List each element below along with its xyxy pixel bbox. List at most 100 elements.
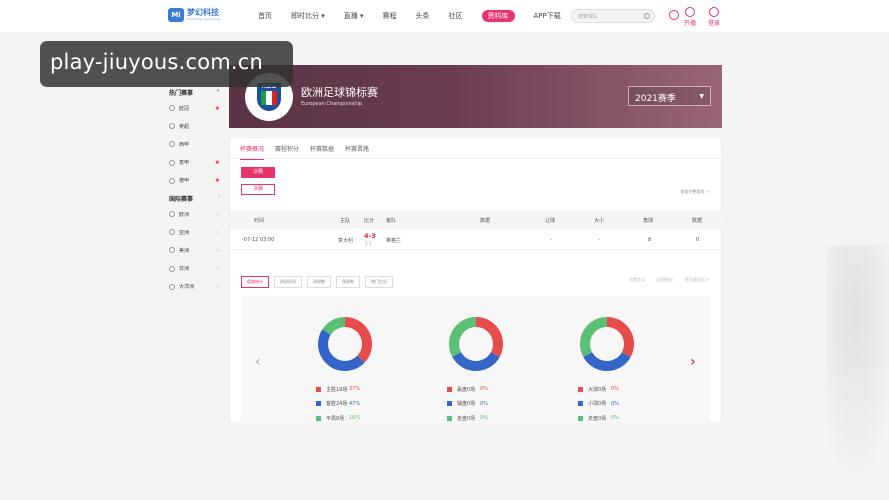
legend-pct: 47% — [349, 400, 361, 407]
legend-pct: 0% — [480, 400, 488, 407]
legend-label: 走盘0场 — [588, 415, 607, 422]
stat-tab-handicap-stats[interactable]: 盘路统计 — [241, 276, 269, 288]
corner-value: 8 — [648, 237, 652, 243]
legend-pct: 0% — [480, 386, 488, 393]
sidebar-item-seriea[interactable]: 意甲 ★ — [166, 154, 223, 172]
legend-swatch — [316, 386, 321, 392]
region-icon — [169, 265, 175, 272]
sidebar-item-label: 非洲 — [179, 266, 190, 273]
nav-schedule[interactable]: 赛程 — [383, 11, 397, 22]
sidebar-item-ucl[interactable]: 欧冠 ★ — [166, 99, 223, 117]
legend-swatch — [316, 401, 321, 407]
watermark-banner: play-jiuyous.com.cn — [40, 41, 293, 87]
sidebar-item-bundesliga[interactable]: 德甲 ★ — [166, 172, 223, 190]
stat-tab-goal-time[interactable]: 进球时间 — [274, 276, 302, 288]
chevron-right-icon: › — [216, 210, 219, 218]
legend-label: 平局8场 — [326, 415, 345, 422]
legend-row: 赢盘0场 0% — [447, 382, 507, 397]
sidebar-item-america[interactable]: 美洲 › — [166, 241, 223, 259]
col-data-2: 数据 — [692, 218, 703, 224]
donut-charts-carousel: ‹ › 主胜19场 37% 客胜24场 47% 平局8场 16% 赢盘0场 0% 输盘0… — [241, 296, 710, 423]
carousel-prev-arrow-icon[interactable]: ‹ — [255, 354, 261, 370]
search-input[interactable]: 搜索球队 — [571, 9, 655, 23]
stage-button-final-selected[interactable]: 决赛 — [241, 167, 275, 178]
stat-tabs: 盘路统计 进球时间 进球数 角球数 热门比分 — [241, 276, 393, 288]
sidebar-hot-title[interactable]: 热门赛事 ∨ — [166, 86, 223, 99]
nav-database[interactable]: 资料库 — [481, 10, 515, 22]
league-icon — [169, 141, 175, 148]
sidebar-item-africa[interactable]: 非洲 › — [166, 260, 223, 278]
chevron-right-icon: › — [216, 228, 219, 236]
region-icon — [169, 247, 175, 254]
nav-app-download[interactable]: APP下载 — [534, 11, 561, 22]
legend-pct: 0% — [611, 386, 619, 393]
stat-link-2[interactable]: 近期数分 — [657, 277, 673, 283]
sidebar-item-epl[interactable]: 英超 — [166, 117, 223, 135]
total-value: - — [598, 237, 600, 243]
search-icon[interactable] — [644, 13, 650, 19]
cup-overview-card: 杯赛概况 赛程积分 杯赛数据 杯赛晋路 决赛 决赛 查看完整赛程 > 时间 主队… — [229, 137, 723, 423]
nav-live[interactable]: 直播 ▾ — [344, 11, 364, 22]
donut-chart-2 — [449, 317, 503, 371]
legend-pct: 0% — [611, 415, 619, 422]
chevron-right-icon: › — [216, 265, 219, 273]
nav-community[interactable]: 社区 — [449, 11, 463, 22]
sidebar-intl-title[interactable]: 国际赛事 › — [166, 192, 223, 205]
stage-button-final[interactable]: 决赛 — [241, 184, 275, 195]
nav-live-scores[interactable]: 即时比分 ▾ — [291, 11, 325, 22]
legend-row: 平局8场 16% — [316, 411, 376, 426]
sidebar-item-asia[interactable]: 亚洲 › — [166, 223, 223, 241]
italy-shield-icon: ITALIA — [257, 83, 281, 111]
sidebar-intl-title-label: 国际赛事 — [169, 195, 194, 203]
sidebar-item-label: 德甲 — [179, 178, 190, 185]
legend-row: 走盘0场 0% — [447, 411, 507, 426]
donut-legend-2: 赢盘0场 0% 输盘0场 0% 走盘0场 0% — [447, 382, 507, 426]
legend-swatch — [447, 386, 452, 392]
match-score[interactable]: 4-3 — [364, 232, 376, 240]
nav-headlines[interactable]: 头条 — [416, 11, 430, 22]
donut-chart-3 — [580, 317, 634, 371]
stat-link-1[interactable]: 近期冷场 — [629, 277, 645, 283]
stat-tab-hot-scores[interactable]: 热门比分 — [365, 276, 393, 288]
sidebar-item-oceania[interactable]: 大洋洲 › — [166, 278, 223, 296]
legend-swatch — [447, 415, 452, 421]
home-team[interactable]: 意大利 — [338, 237, 353, 244]
full-schedule-link[interactable]: 查看完整赛程 > — [680, 189, 709, 195]
col-home: 主队 — [340, 218, 351, 224]
carousel-next-arrow-icon[interactable]: › — [690, 354, 696, 370]
away-team[interactable]: 英格兰 — [386, 237, 401, 244]
legend-swatch — [578, 386, 583, 392]
league-banner: ITALIA 欧洲足球锦标赛 European Championship 202… — [229, 65, 722, 128]
stat-tab-goal-count[interactable]: 进球数 — [307, 276, 331, 288]
main-nav: 首页 即时比分 ▾ 直播 ▾ 赛程 头条 社区 资料库 APP下载 — [258, 10, 580, 22]
season-select[interactable]: 2021赛季 ▼ — [628, 86, 711, 106]
sidebar-item-europe[interactable]: 欧洲 › — [166, 205, 223, 223]
col-total: 大小 — [594, 218, 605, 224]
col-corner: 角球 — [643, 218, 654, 224]
sidebar-item-label: 欧冠 — [179, 105, 190, 112]
league-icon — [169, 123, 175, 130]
stat-tab-corner-count[interactable]: 角球数 — [336, 276, 360, 288]
sidebar-item-laliga[interactable]: 西甲 — [166, 135, 223, 153]
table-row[interactable]: -07-12 03:00 意大利 4-3 1-1 英格兰 - - 8 0 — [230, 230, 723, 250]
match-time: -07-12 03:00 — [242, 237, 275, 243]
login-button[interactable]: 登录 — [702, 7, 726, 27]
legend-label: 输盘0场 — [457, 401, 476, 408]
star-icon: ★ — [214, 159, 220, 167]
legend-row: 主胜19场 37% — [316, 382, 376, 397]
star-icon: ★ — [214, 177, 220, 185]
caret-down-icon: ▼ — [699, 93, 704, 100]
broadcast-button[interactable]: 开播 — [678, 7, 702, 27]
region-icon — [169, 229, 175, 236]
site-logo[interactable]: Mi 梦幻科技 Mi Fantasy Technology — [168, 8, 221, 22]
tabs-divider — [230, 158, 723, 159]
legend-pct: 0% — [611, 400, 619, 407]
sidebar-hot-title-label: 热门赛事 — [169, 90, 194, 97]
nav-home[interactable]: 首页 — [258, 11, 272, 22]
stat-link-3[interactable]: 胜负最佳比分 — [685, 277, 709, 283]
logo-subtext: Mi Fantasy Technology — [187, 17, 221, 21]
chevron-right-icon: › — [216, 283, 219, 291]
season-value: 2021赛季 — [635, 94, 676, 104]
legend-label: 小球0场 — [588, 401, 607, 408]
legend-swatch — [578, 401, 583, 407]
